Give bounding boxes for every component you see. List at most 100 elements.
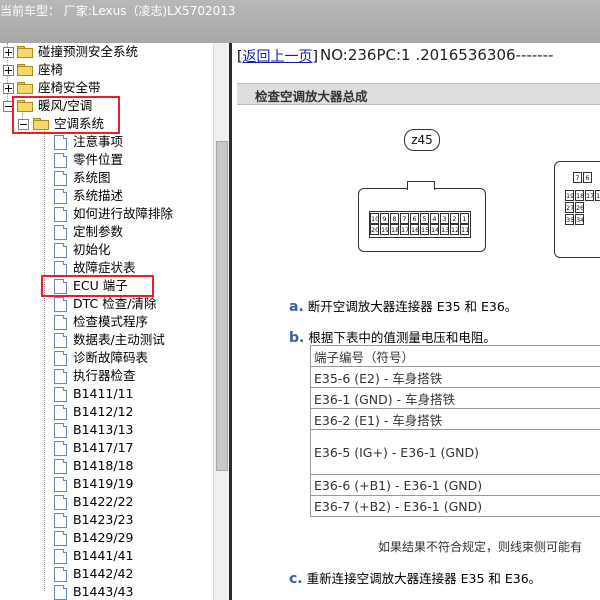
connector-pin: 15 xyxy=(420,224,430,235)
sidebar-item-label: 执行器检查 xyxy=(73,368,136,383)
sidebar-item-label: B1412/12 xyxy=(73,404,134,419)
sidebar-item-label: B1441/41 xyxy=(73,548,134,563)
table-cell: E36-5 (IG+) - E36-1 (GND) xyxy=(310,429,600,475)
document-icon xyxy=(54,315,67,330)
expand-plus-icon[interactable] xyxy=(3,83,14,94)
connector-pin: 34 xyxy=(575,214,585,225)
section-title: 检查空调放大器总成 xyxy=(255,89,368,104)
document-icon xyxy=(54,135,67,150)
step-b: b. 根据下表中的值测量电压和电阻。 xyxy=(289,327,496,346)
document-icon xyxy=(54,297,67,312)
connector-pin: 4 xyxy=(430,213,439,224)
connector-pin: 12 xyxy=(450,224,460,235)
connector-pin: 16 xyxy=(410,224,420,235)
highlight-box-ac xyxy=(12,96,120,134)
sidebar-item-label: 诊断故障码表 xyxy=(73,350,149,365)
sidebar-item-label: 座椅安全带 xyxy=(38,80,101,95)
document-icon xyxy=(54,459,67,474)
back-link[interactable]: 返回上一页 xyxy=(242,49,312,65)
sidebar-item-label: 如何进行故障排除 xyxy=(73,206,174,221)
step-a-text: 断开空调放大器连接器 E35 和 E36。 xyxy=(307,299,518,314)
document-icon xyxy=(54,261,67,276)
sidebar-item-label: B1418/18 xyxy=(73,458,134,473)
sidebar-item-label: 系统描述 xyxy=(73,188,124,203)
sidebar-item-label: B1413/13 xyxy=(73,422,134,437)
table-row: E36-5 (IG+) - E36-1 (GND) xyxy=(310,429,600,475)
document-icon xyxy=(54,369,67,384)
scrollbar-thumb[interactable] xyxy=(216,141,228,471)
step-a: a. 断开空调放大器连接器 E35 和 E36。 xyxy=(289,296,517,315)
folder-icon xyxy=(17,64,33,76)
connector-pin: 14 xyxy=(430,224,440,235)
expand-plus-icon[interactable] xyxy=(3,65,14,76)
connector-label: z45 xyxy=(404,129,440,151)
connector-pin: 17 xyxy=(400,224,410,235)
connector-pin: 18 xyxy=(390,224,400,235)
document-icon xyxy=(54,441,67,456)
connector-pin: 18 xyxy=(575,190,585,201)
folder-icon xyxy=(17,46,33,58)
connector-pin: 8 xyxy=(390,213,399,224)
expand-plus-icon[interactable] xyxy=(3,47,14,58)
connector-diagram: 10 9 8 7 6 5 4 3 2 1 20 19 18 17 16 15 14 13 12 11 xyxy=(358,181,486,252)
document-icon xyxy=(54,243,67,258)
table-row: E36-1 (GND) - 车身搭铁 xyxy=(310,387,600,409)
table-cell: E35-6 (E2) - 车身搭铁 xyxy=(310,366,600,388)
document-icon xyxy=(54,513,67,528)
sidebar-item-label: 系统图 xyxy=(73,170,111,185)
table-row: E35-6 (E2) - 车身搭铁 xyxy=(310,366,600,388)
window-title-bar: 当前车型： 厂家:Lexus（凌志)LX5702013 xyxy=(0,0,600,44)
result-note: 如果结果不符合规定，则线束侧可能有 xyxy=(378,540,583,554)
sidebar-item-label: 检查模式程序 xyxy=(73,314,149,329)
step-b-letter: b. xyxy=(289,330,305,346)
connector-pin: 27 xyxy=(565,202,575,213)
sidebar-scrollbar[interactable] xyxy=(213,43,230,600)
connector-pin: 3 xyxy=(440,213,449,224)
sidebar-item-label: 座椅 xyxy=(38,62,64,77)
document-icon xyxy=(54,189,67,204)
tree-guide-line xyxy=(44,131,45,591)
sidebar-item-label: 碰撞预测安全系统 xyxy=(38,44,139,59)
document-icon xyxy=(54,333,67,348)
connector-pin: 5 xyxy=(420,213,429,224)
document-icon xyxy=(54,585,67,600)
sidebar-item-label: 零件位置 xyxy=(73,152,124,167)
document-icon xyxy=(54,531,67,546)
connector-pin: 9 xyxy=(380,213,389,224)
document-icon xyxy=(54,495,67,510)
measurement-table: 端子编号（符号） E35-6 (E2) - 车身搭铁 E36-1 (GND) -… xyxy=(310,345,600,517)
document-icon xyxy=(54,477,67,492)
document-icon xyxy=(54,549,67,564)
document-icon xyxy=(54,225,67,240)
table-cell: E36-1 (GND) - 车身搭铁 xyxy=(310,387,600,409)
sidebar-item-label: 定制参数 xyxy=(73,224,124,239)
sidebar-item-label: B1443/43 xyxy=(73,584,134,599)
window-title: 当前车型： 厂家:Lexus（凌志)LX5702013 xyxy=(0,4,236,18)
connector-pin: 10 xyxy=(370,213,380,224)
document-icon xyxy=(54,171,67,186)
document-icon xyxy=(54,423,67,438)
sidebar-item-label: B1442/42 xyxy=(73,566,134,581)
connector-pin: 26 xyxy=(575,202,585,213)
table-cell: E36-2 (E1) - 车身搭铁 xyxy=(310,408,600,430)
sidebar-item-label: B1419/19 xyxy=(73,476,134,491)
sidebar-item-label: DTC 检查/清除 xyxy=(73,296,157,311)
sidebar-item-label: B1417/17 xyxy=(73,440,134,455)
document-number: NO:236PC:1 .2016536306------- xyxy=(320,46,554,64)
connector-pin: 1 xyxy=(460,213,469,224)
connector-pin: 7 xyxy=(400,213,409,224)
document-icon xyxy=(54,567,67,582)
connector-pin: 13 xyxy=(440,224,450,235)
step-b-text: 根据下表中的值测量电压和电阻。 xyxy=(308,330,496,345)
table-header-row: 端子编号（符号） xyxy=(310,345,600,367)
sidebar-item-label: 初始化 xyxy=(73,242,111,257)
document-icon xyxy=(54,207,67,222)
sidebar-item-label: B1423/23 xyxy=(73,512,134,527)
connector-pin: 16 xyxy=(595,190,600,201)
sidebar-item-label: 数据表/主动测试 xyxy=(73,332,165,347)
back-link-wrap: [返回上一页] xyxy=(237,49,318,65)
connector-pin: 11 xyxy=(460,224,470,235)
connector-diagram-2: 76 19181716 27263534 xyxy=(554,161,600,258)
document-icon xyxy=(54,387,67,402)
sidebar-item-label: B1429/29 xyxy=(73,530,134,545)
